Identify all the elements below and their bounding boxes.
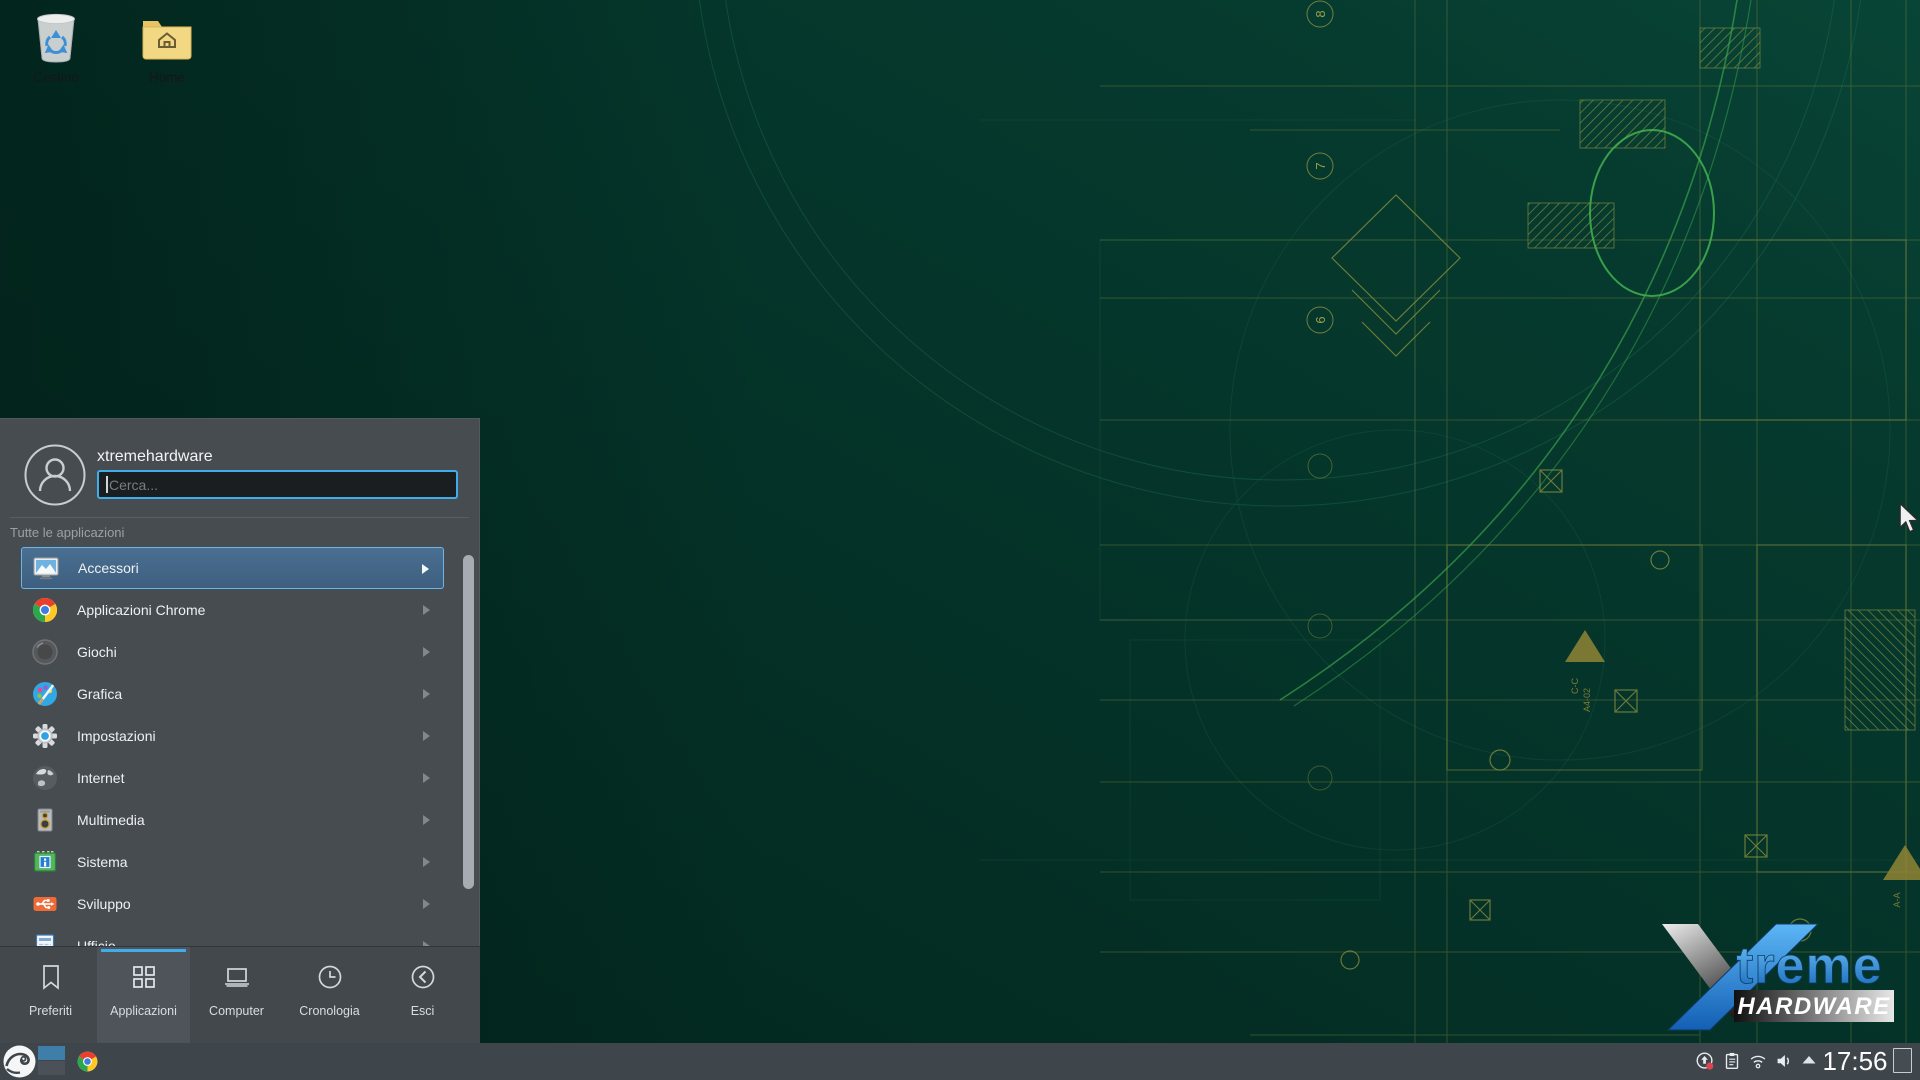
submenu-arrow-icon bbox=[423, 773, 430, 783]
chip-icon bbox=[31, 848, 59, 876]
menu-item-label: Grafica bbox=[77, 686, 122, 702]
menu-item-impostazioni[interactable]: Impostazioni bbox=[21, 715, 444, 757]
laptop-icon bbox=[222, 962, 252, 992]
desktop-icon-trash[interactable]: Cestino bbox=[8, 10, 104, 85]
menu-item-label: Multimedia bbox=[77, 812, 145, 828]
category-list: Accessori Applicazioni Chrome Giochi bbox=[0, 547, 480, 946]
submenu-arrow-icon bbox=[423, 815, 430, 825]
menu-item-label: Sistema bbox=[77, 854, 128, 870]
user-avatar-icon[interactable] bbox=[24, 444, 86, 506]
menu-item-sistema[interactable]: Sistema bbox=[21, 841, 444, 883]
launcher-tab-bar: Preferiti Applicazioni Computer Cr bbox=[0, 946, 480, 1044]
leave-icon bbox=[408, 962, 438, 992]
desktop-icon-label: Cestino bbox=[8, 70, 104, 85]
submenu-arrow-icon bbox=[423, 731, 430, 741]
menu-item-label: Sviluppo bbox=[77, 896, 131, 912]
volume-icon[interactable] bbox=[1773, 1050, 1795, 1072]
logo-treme-text: treme bbox=[1736, 937, 1883, 995]
submenu-arrow-icon bbox=[423, 857, 430, 867]
menu-item-multimedia[interactable]: Multimedia bbox=[21, 799, 444, 841]
globe-icon bbox=[31, 764, 59, 792]
tab-esci[interactable]: Esci bbox=[376, 947, 469, 1044]
submenu-arrow-icon bbox=[423, 689, 430, 699]
digital-clock[interactable]: 17:56 bbox=[1820, 1046, 1890, 1077]
menu-item-accessori[interactable]: Accessori bbox=[21, 547, 444, 589]
search-input[interactable] bbox=[99, 472, 456, 497]
clipboard-icon[interactable] bbox=[1721, 1050, 1743, 1072]
speaker-icon bbox=[31, 806, 59, 834]
menu-item-ufficio[interactable]: Ufficio bbox=[21, 925, 444, 946]
usb-icon bbox=[31, 890, 59, 918]
menu-item-sviluppo[interactable]: Sviluppo bbox=[21, 883, 444, 925]
menu-item-internet[interactable]: Internet bbox=[21, 757, 444, 799]
tab-label: Applicazioni bbox=[110, 1004, 177, 1018]
wallpaper-bubble-label: 7 bbox=[1313, 162, 1328, 169]
settings-gear-icon bbox=[31, 722, 59, 750]
wallpaper-bubble-label: 6 bbox=[1313, 316, 1328, 323]
chrome-taskbar-icon[interactable] bbox=[76, 1050, 99, 1073]
update-notifier-icon[interactable] bbox=[1694, 1050, 1716, 1072]
document-icon bbox=[31, 932, 59, 946]
menu-item-label: Internet bbox=[77, 770, 124, 786]
submenu-arrow-icon bbox=[423, 899, 430, 909]
app-grid-icon bbox=[129, 962, 159, 992]
pager-active-desktop[interactable] bbox=[38, 1046, 65, 1060]
menu-item-label: Ufficio bbox=[77, 938, 116, 946]
tab-applicazioni[interactable]: Applicazioni bbox=[97, 947, 190, 1044]
home-folder-icon bbox=[140, 10, 194, 66]
header-divider bbox=[10, 517, 469, 518]
tab-preferiti[interactable]: Preferiti bbox=[4, 947, 97, 1044]
xtreme-hardware-wallpaper-logo: treme HARDWARE bbox=[1648, 920, 1898, 1035]
graphics-palette-icon bbox=[31, 680, 59, 708]
tab-label: Computer bbox=[209, 1004, 264, 1018]
mouse-cursor bbox=[1898, 502, 1920, 536]
logo-hardware-text: HARDWARE bbox=[1737, 993, 1890, 1020]
image-viewer-icon bbox=[32, 554, 60, 582]
tab-cronologia[interactable]: Cronologia bbox=[283, 947, 376, 1044]
trash-icon bbox=[31, 10, 81, 66]
wallpaper-section-label: C-C bbox=[1570, 678, 1580, 694]
menu-item-label: Impostazioni bbox=[77, 728, 156, 744]
username-label: xtremehardware bbox=[97, 448, 213, 466]
menu-item-grafica[interactable]: Grafica bbox=[21, 673, 444, 715]
history-clock-icon bbox=[315, 962, 345, 992]
wallpaper-section-label: A-A bbox=[1892, 892, 1902, 907]
tab-computer[interactable]: Computer bbox=[190, 947, 283, 1044]
games-button-icon bbox=[31, 638, 59, 666]
list-scrollbar[interactable] bbox=[463, 555, 474, 889]
menu-item-label: Applicazioni Chrome bbox=[77, 602, 205, 618]
wifi-icon[interactable] bbox=[1747, 1050, 1769, 1072]
taskbar-panel: 17:56 bbox=[0, 1043, 1920, 1080]
submenu-arrow-icon bbox=[423, 647, 430, 657]
menu-item-giochi[interactable]: Giochi bbox=[21, 631, 444, 673]
wallpaper-bubble-label: 8 bbox=[1313, 10, 1328, 17]
wallpaper-section-label: A4-02 bbox=[1582, 688, 1592, 712]
pager-inactive-desktop[interactable] bbox=[38, 1061, 65, 1075]
menu-item-label: Giochi bbox=[77, 644, 117, 660]
bookmark-icon bbox=[36, 962, 66, 992]
tab-label: Esci bbox=[411, 1004, 435, 1018]
tray-expand-arrow-icon[interactable] bbox=[1799, 1052, 1819, 1070]
show-desktop-widget[interactable] bbox=[1893, 1048, 1912, 1073]
desktop-icon-home[interactable]: Home bbox=[119, 10, 215, 85]
menu-item-label: Accessori bbox=[78, 560, 139, 576]
submenu-arrow-icon bbox=[422, 564, 429, 574]
tab-label: Preferiti bbox=[29, 1004, 72, 1018]
menu-item-applicazioni-chrome[interactable]: Applicazioni Chrome bbox=[21, 589, 444, 631]
application-launcher-menu: xtremehardware Tutte le applicazioni Acc… bbox=[0, 418, 480, 1043]
section-label: Tutte le applicazioni bbox=[10, 525, 124, 540]
search-field[interactable] bbox=[97, 470, 458, 499]
virtual-desktop-pager[interactable] bbox=[38, 1046, 65, 1075]
desktop-icon-label: Home bbox=[119, 70, 215, 85]
tab-label: Cronologia bbox=[299, 1004, 359, 1018]
chrome-icon bbox=[31, 596, 59, 624]
submenu-arrow-icon bbox=[423, 605, 430, 615]
opensuse-launcher-icon[interactable] bbox=[3, 1045, 36, 1078]
